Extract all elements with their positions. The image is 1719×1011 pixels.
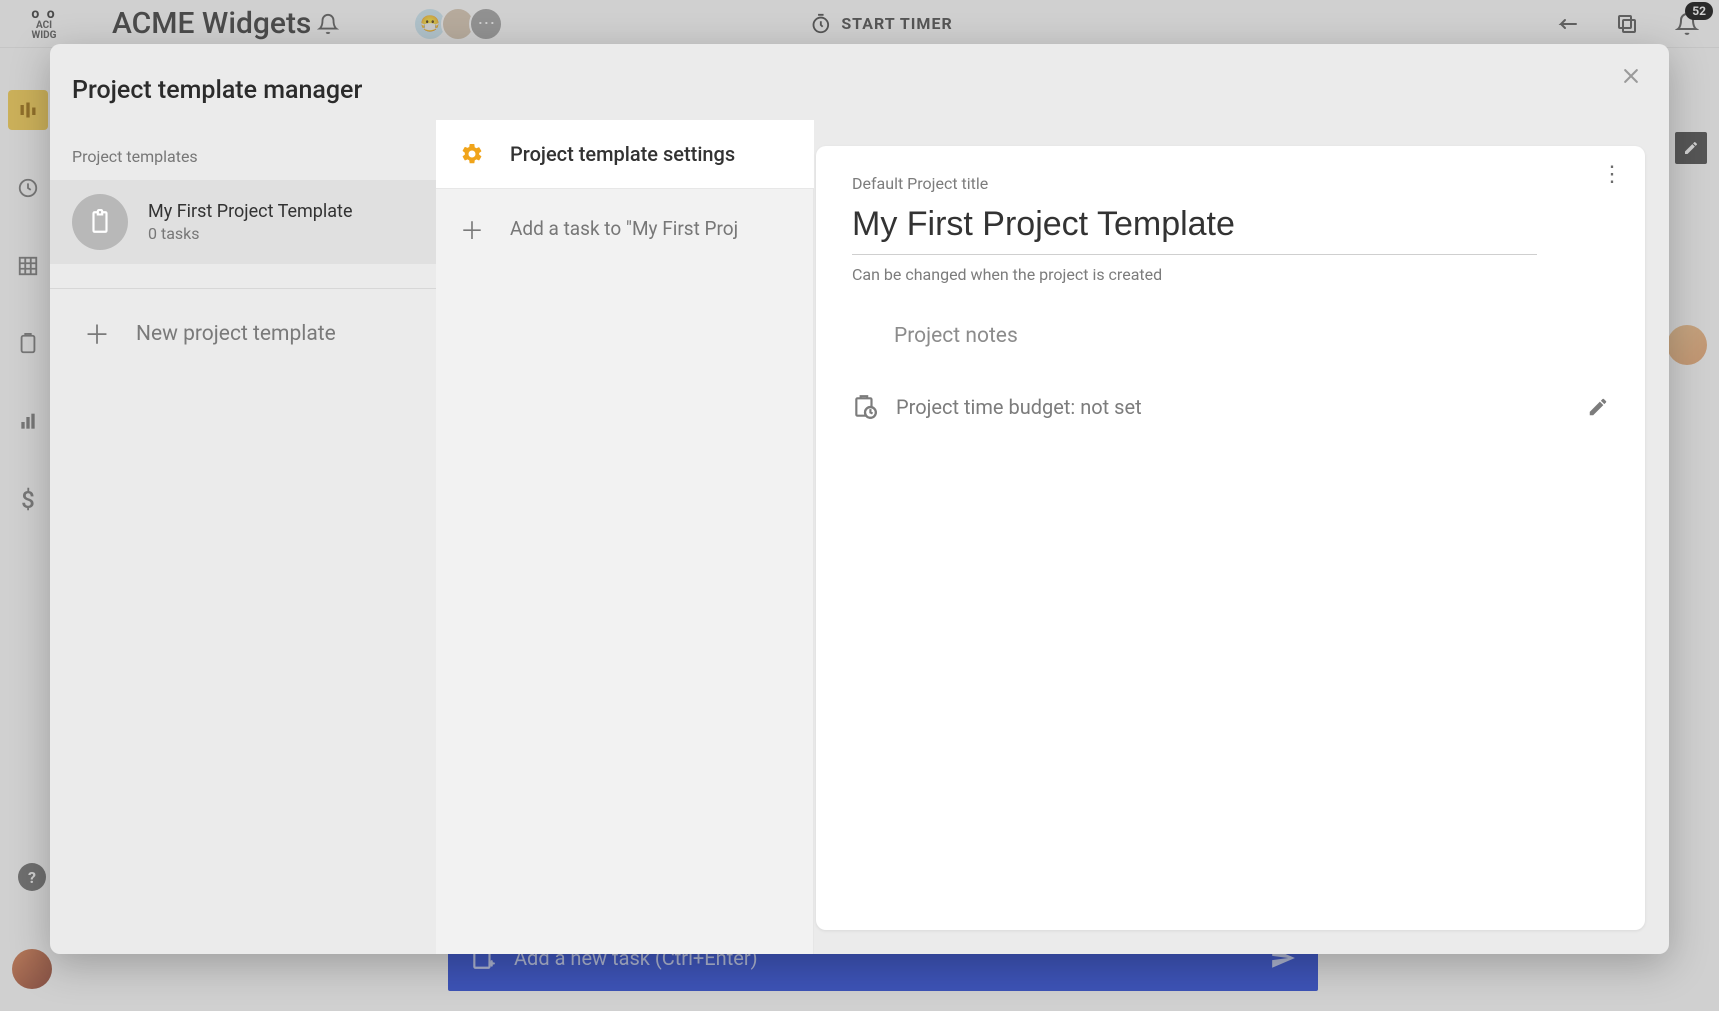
add-task-label: Add a task to "My First Proj: [510, 217, 738, 240]
field-label: Default Project title: [852, 174, 1609, 193]
plus-icon: ＋: [460, 211, 484, 246]
new-template-label: New project template: [136, 322, 336, 346]
settings-card: ⋮ Default Project title Can be changed w…: [816, 146, 1645, 930]
gear-icon: [460, 142, 484, 166]
section-label: Project templates: [50, 105, 436, 180]
new-project-template-button[interactable]: ＋ New project template: [50, 289, 436, 352]
modal-title: Project template manager: [50, 44, 436, 105]
project-notes-input[interactable]: Project notes: [852, 324, 1609, 348]
add-task-to-template-button[interactable]: ＋ Add a task to "My First Proj: [436, 189, 814, 268]
time-budget-label: Project time budget: not set: [896, 395, 1142, 419]
settings-label: Project template settings: [510, 142, 735, 166]
field-hint: Can be changed when the project is creat…: [852, 265, 1609, 284]
template-subtitle: 0 tasks: [148, 224, 353, 243]
template-list-item[interactable]: My First Project Template 0 tasks: [50, 180, 436, 264]
project-template-manager-modal: Project template manager Project templat…: [50, 44, 1669, 954]
template-list-panel: Project template manager Project templat…: [50, 44, 436, 954]
template-detail-list: Project template settings ＋ Add a task t…: [436, 120, 814, 954]
project-title-input[interactable]: [852, 199, 1537, 255]
clipboard-icon: [72, 194, 128, 250]
template-settings-row[interactable]: Project template settings: [436, 120, 814, 189]
clipboard-clock-icon: [852, 394, 878, 420]
template-settings-panel: ⋮ Default Project title Can be changed w…: [814, 44, 1669, 954]
plus-icon: ＋: [84, 315, 108, 352]
time-budget-row[interactable]: Project time budget: not set: [852, 394, 1609, 420]
more-options-icon[interactable]: ⋮: [1601, 162, 1623, 187]
template-name: My First Project Template: [148, 201, 353, 222]
pencil-icon[interactable]: [1587, 396, 1609, 418]
